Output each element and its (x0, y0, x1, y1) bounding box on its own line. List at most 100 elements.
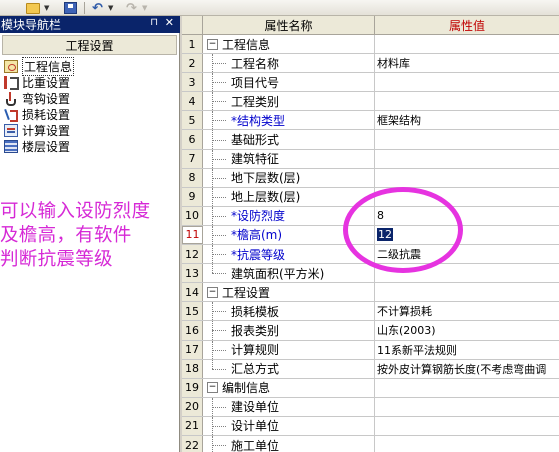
close-icon[interactable]: ✕ (165, 16, 174, 29)
property-value-cell[interactable] (375, 264, 559, 282)
grid-header-name[interactable]: 属性名称 (203, 16, 375, 34)
property-value-cell[interactable] (375, 169, 559, 187)
row-index[interactable]: 7 (182, 149, 203, 168)
collapse-icon[interactable]: − (207, 382, 218, 394)
property-value-cell[interactable] (375, 188, 559, 206)
table-group-row[interactable]: 19− 编制信息 (182, 378, 559, 398)
row-index[interactable]: 22 (182, 435, 203, 452)
row-index[interactable]: 10 (182, 206, 203, 225)
property-value-cell[interactable]: 材料库 (375, 54, 559, 72)
row-index[interactable]: 3 (182, 73, 203, 92)
table-row[interactable]: 2 工程名称 材料库 (182, 54, 559, 74)
nav-item-loss[interactable]: 损耗设置 (4, 106, 176, 122)
table-row[interactable]: 9 地上层数(层) (182, 187, 559, 207)
folder-open-icon[interactable] (26, 3, 40, 14)
toolbar: ▼ ↶ ▼ ↷ ▼ (0, 0, 559, 16)
property-value-cell[interactable]: 框架结构 (375, 111, 559, 129)
property-value-cell[interactable]: 山东(2003) (375, 321, 559, 339)
row-index[interactable]: 19 (182, 378, 203, 397)
row-index[interactable]: 11 (182, 225, 203, 245)
table-row[interactable]: 13 建筑面积(平方米) (182, 264, 559, 284)
row-index[interactable]: 13 (182, 264, 203, 283)
property-value-cell (375, 35, 559, 54)
undo-dropdown-arrow-icon[interactable]: ▼ (108, 1, 113, 15)
row-index[interactable]: 1 (182, 35, 203, 54)
property-value-cell[interactable] (375, 130, 559, 148)
tree-connector (203, 206, 231, 226)
row-index[interactable]: 8 (182, 168, 203, 187)
property-value-cell[interactable]: 按外皮计算钢筋长度(不考虑弯曲调 (375, 360, 559, 378)
table-row[interactable]: 16 报表类别 山东(2003) (182, 321, 559, 341)
property-value-cell[interactable] (375, 92, 559, 110)
row-index[interactable]: 18 (182, 359, 203, 378)
row-index[interactable]: 14 (182, 283, 203, 302)
property-value-input[interactable]: 12 (377, 228, 393, 242)
table-row[interactable]: 15 损耗模板 不计算损耗 (182, 302, 559, 322)
nav-item-density[interactable]: 比重设置 (4, 74, 176, 90)
redo-dropdown-arrow-icon[interactable]: ▼ (142, 1, 147, 15)
row-index[interactable]: 5 (182, 111, 203, 130)
table-row[interactable]: 3 项目代号 (182, 73, 559, 93)
nav-panel-title: 模块导航栏 (1, 18, 62, 32)
property-name-cell: 损耗模板 (203, 302, 375, 321)
collapse-icon[interactable]: − (207, 286, 218, 298)
nav-group-header[interactable]: 工程设置 (2, 35, 177, 55)
folder-dropdown-arrow-icon[interactable]: ▼ (44, 1, 49, 15)
table-row[interactable]: 8 地下层数(层) (182, 168, 559, 188)
property-value-cell[interactable] (375, 73, 559, 91)
table-row[interactable]: 21 设计单位 (182, 416, 559, 436)
table-row[interactable]: 10 *设防烈度 8 (182, 206, 559, 226)
row-index[interactable]: 12 (182, 245, 203, 264)
nav-item-label: 计算设置 (22, 123, 71, 138)
property-value-cell[interactable]: 12 (375, 226, 559, 244)
row-index[interactable]: 20 (182, 397, 203, 416)
redo-icon[interactable]: ↷ (126, 1, 137, 16)
row-index[interactable]: 9 (182, 187, 203, 206)
grid-header-value[interactable]: 属性值 (375, 16, 559, 34)
property-name-label: 建设单位 (231, 400, 280, 415)
table-row[interactable]: 7 建筑特征 (182, 149, 559, 169)
row-index[interactable]: 4 (182, 92, 203, 111)
property-value-cell[interactable] (375, 150, 559, 168)
nav-item-floor[interactable]: 楼层设置 (4, 138, 176, 154)
property-value-cell[interactable] (375, 417, 559, 435)
table-row[interactable]: 6 基础形式 (182, 130, 559, 150)
hook-icon (4, 91, 18, 106)
property-value-cell[interactable]: 8 (375, 207, 559, 225)
property-name-cell: 工程类别 (203, 92, 375, 111)
module-nav-panel: 模块导航栏 ⊓ ✕ 工程设置 工程信息 比重设置 弯钩设置 损耗设置 计算设置 … (0, 16, 180, 452)
property-value-cell[interactable]: 二级抗震 (375, 245, 559, 263)
table-row[interactable]: 12 *抗震等级 二级抗震 (182, 245, 559, 265)
table-row[interactable]: 20 建设单位 (182, 397, 559, 417)
row-index[interactable]: 17 (182, 340, 203, 359)
table-row[interactable]: 22 施工单位 (182, 435, 559, 452)
pin-icon[interactable]: ⊓ (150, 17, 158, 28)
table-group-row[interactable]: 14− 工程设置 (182, 283, 559, 303)
collapse-icon[interactable]: − (207, 38, 218, 50)
property-value-cell[interactable] (375, 436, 559, 452)
property-value-cell[interactable]: 11系新平法规则 (375, 341, 559, 359)
table-row[interactable]: 11 *檐高(m) 12 (182, 225, 559, 246)
tree-connector (203, 435, 231, 452)
table-group-row[interactable]: 1− 工程信息 (182, 35, 559, 55)
property-name-cell: 汇总方式 (203, 359, 375, 378)
density-icon (4, 75, 19, 90)
row-index[interactable]: 2 (182, 54, 203, 73)
table-row[interactable]: 4 工程类别 (182, 92, 559, 112)
table-row[interactable]: 18 汇总方式 按外皮计算钢筋长度(不考虑弯曲调 (182, 359, 559, 379)
nav-item-hook[interactable]: 弯钩设置 (4, 90, 176, 106)
row-index[interactable]: 15 (182, 302, 203, 321)
row-index[interactable]: 16 (182, 321, 203, 340)
undo-icon[interactable]: ↶ (92, 1, 103, 16)
save-icon[interactable] (64, 2, 77, 14)
table-row[interactable]: 5 *结构类型 框架结构 (182, 111, 559, 131)
property-value-cell[interactable] (375, 398, 559, 416)
nav-item-project-info[interactable]: 工程信息 (4, 56, 176, 76)
property-name-cell: *结构类型 (203, 111, 375, 130)
row-index[interactable]: 21 (182, 416, 203, 435)
property-name-label: *抗震等级 (231, 247, 286, 262)
row-index[interactable]: 6 (182, 130, 203, 149)
nav-item-calc[interactable]: 计算设置 (4, 122, 176, 138)
table-row[interactable]: 17 计算规则 11系新平法规则 (182, 340, 559, 360)
property-value-cell[interactable]: 不计算损耗 (375, 302, 559, 320)
